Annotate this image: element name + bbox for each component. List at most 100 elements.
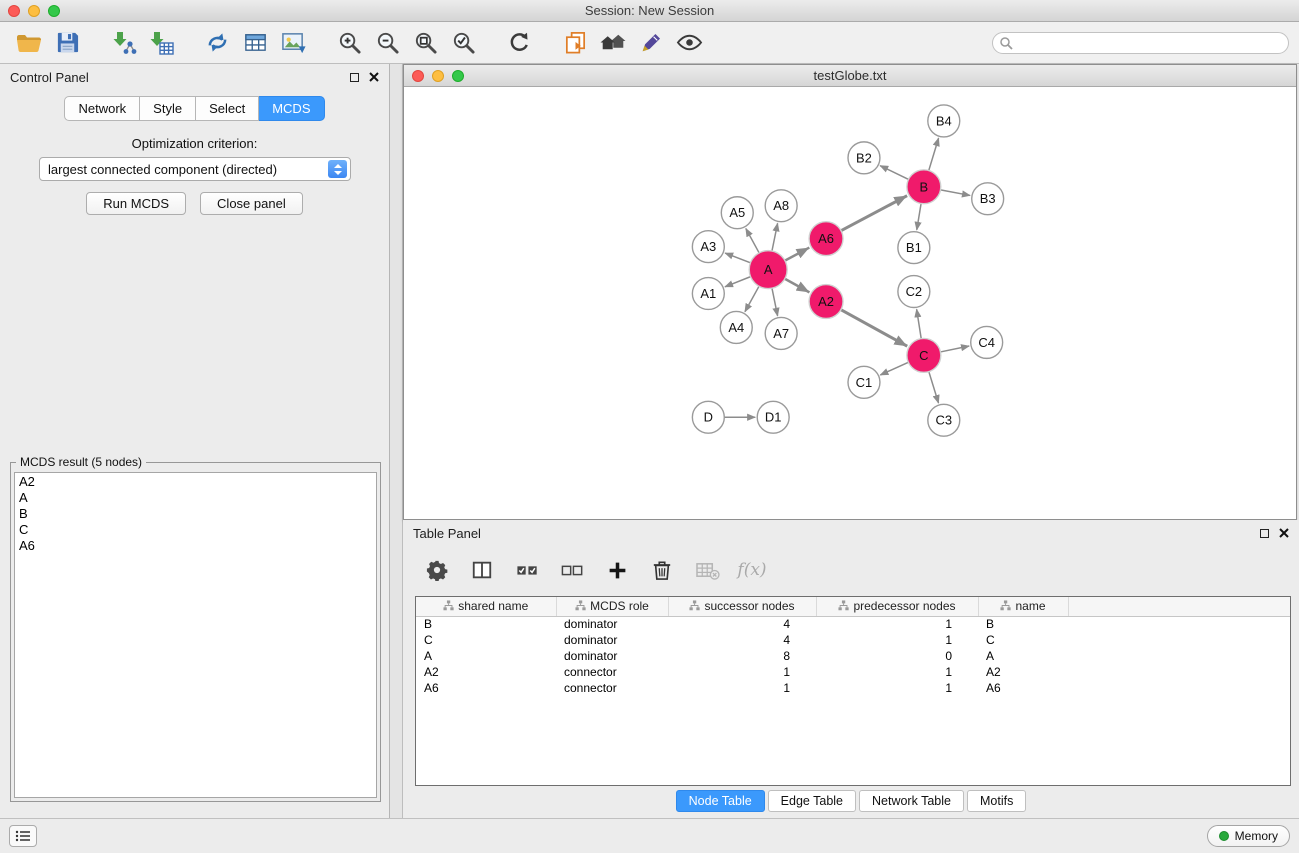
graph-edge-B-B2[interactable]	[880, 166, 908, 180]
table-row[interactable]: Bdominator41B	[416, 616, 1290, 632]
column-header-predecessor-nodes[interactable]: predecessor nodes	[816, 597, 978, 616]
table-row[interactable]: A2connector11A2	[416, 664, 1290, 680]
graph-node-A1[interactable]: A1	[692, 278, 724, 310]
show-hide-button[interactable]	[670, 26, 708, 60]
table-cell[interactable]: dominator	[556, 648, 668, 664]
zoom-selected-button[interactable]	[444, 26, 482, 60]
graph-edge-C-C2[interactable]	[917, 309, 922, 338]
column-header-shared-name[interactable]: shared name	[416, 597, 556, 616]
import-table-button[interactable]	[142, 26, 180, 60]
delete-button[interactable]	[648, 556, 676, 584]
table-cell[interactable]: 4	[668, 616, 816, 632]
graph-edge-B-B3[interactable]	[940, 190, 970, 196]
table-cell[interactable]: 0	[816, 648, 978, 664]
table-cell[interactable]: A6	[416, 680, 556, 696]
graph-node-C3[interactable]: C3	[928, 404, 960, 436]
graph-node-C[interactable]: C	[907, 338, 941, 372]
graph-node-D[interactable]: D	[692, 401, 724, 433]
search-input[interactable]	[992, 32, 1289, 54]
table-cell[interactable]: 8	[668, 648, 816, 664]
table-cell[interactable]: 4	[668, 632, 816, 648]
zoom-out-button[interactable]	[368, 26, 406, 60]
table-cell[interactable]: B	[978, 616, 1068, 632]
table-cell[interactable]: connector	[556, 664, 668, 680]
graph-edge-A2-C[interactable]	[841, 310, 907, 347]
zoom-in-button[interactable]	[330, 26, 368, 60]
table-cell[interactable]: A6	[978, 680, 1068, 696]
function-builder-button[interactable]: f(x)	[738, 556, 766, 584]
control-tab-style[interactable]: Style	[140, 96, 196, 121]
graph-edge-A-A4[interactable]	[745, 286, 759, 312]
graph-node-C2[interactable]: C2	[898, 276, 930, 308]
mcds-result-item[interactable]: C	[19, 522, 372, 538]
graph-node-A6[interactable]: A6	[809, 222, 843, 256]
graph-edge-A-A2[interactable]	[785, 279, 810, 293]
column-header-MCDS-role[interactable]: MCDS role	[556, 597, 668, 616]
graph-node-B[interactable]: B	[907, 170, 941, 204]
save-session-button[interactable]	[48, 26, 86, 60]
minimize-network-button[interactable]	[432, 70, 444, 82]
table-row[interactable]: A6connector11A6	[416, 680, 1290, 696]
table-cell[interactable]: 1	[816, 616, 978, 632]
graph-edge-A6-B[interactable]	[841, 196, 907, 231]
float-table-panel-icon[interactable]	[1260, 529, 1269, 538]
delete-column-button[interactable]	[693, 556, 721, 584]
zoom-fit-button[interactable]	[406, 26, 444, 60]
column-header-successor-nodes[interactable]: successor nodes	[668, 597, 816, 616]
zoom-network-button[interactable]	[452, 70, 464, 82]
graph-node-B4[interactable]: B4	[928, 105, 960, 137]
graph-node-C1[interactable]: C1	[848, 366, 880, 398]
table-cell[interactable]: A	[416, 648, 556, 664]
table-cell[interactable]: 1	[668, 680, 816, 696]
graph-node-A5[interactable]: A5	[721, 197, 753, 229]
run-mcds-button[interactable]: Run MCDS	[86, 192, 186, 215]
documents-button[interactable]	[556, 26, 594, 60]
export-image-button[interactable]	[274, 26, 312, 60]
memory-button[interactable]: Memory	[1207, 825, 1290, 847]
graph-node-A8[interactable]: A8	[765, 190, 797, 222]
refresh-layout-button[interactable]	[500, 26, 538, 60]
table-cell[interactable]: 1	[816, 680, 978, 696]
mcds-result-item[interactable]: A	[19, 490, 372, 506]
graph-edge-A-A3[interactable]	[725, 253, 750, 263]
float-panel-icon[interactable]	[350, 73, 359, 82]
graph-edge-B-B4[interactable]	[929, 138, 939, 170]
control-tab-select[interactable]: Select	[196, 96, 259, 121]
tab-network-table[interactable]: Network Table	[859, 790, 964, 812]
graph-node-C4[interactable]: C4	[971, 326, 1003, 358]
tab-node-table[interactable]: Node Table	[676, 790, 765, 812]
table-cell[interactable]: 1	[816, 632, 978, 648]
tab-edge-table[interactable]: Edge Table	[768, 790, 856, 812]
zoom-window-button[interactable]	[48, 5, 60, 17]
deselect-all-button[interactable]	[558, 556, 586, 584]
graph-edge-C-C1[interactable]	[880, 362, 908, 375]
close-panel-button[interactable]: Close panel	[200, 192, 303, 215]
graph-edge-C-C4[interactable]	[940, 346, 969, 352]
graph-node-B1[interactable]: B1	[898, 232, 930, 264]
table-cell[interactable]: A2	[416, 664, 556, 680]
table-cell[interactable]: dominator	[556, 632, 668, 648]
control-tab-mcds[interactable]: MCDS	[259, 96, 324, 121]
network-graph[interactable]: B4B2BB3A5A8A6B1A3AA1C2A2A4A7C4C1CC3DD1	[404, 88, 1296, 519]
add-column-button[interactable]	[603, 556, 631, 584]
table-cell[interactable]: 1	[668, 664, 816, 680]
criterion-dropdown[interactable]: largest connected component (directed)	[39, 157, 351, 181]
tab-motifs[interactable]: Motifs	[967, 790, 1026, 812]
graph-node-A3[interactable]: A3	[692, 231, 724, 263]
graph-node-A2[interactable]: A2	[809, 285, 843, 319]
select-all-button[interactable]	[513, 556, 541, 584]
close-panel-icon[interactable]	[369, 72, 379, 82]
table-cell[interactable]: 1	[816, 664, 978, 680]
table-cell[interactable]: A2	[978, 664, 1068, 680]
table-cell[interactable]: C	[416, 632, 556, 648]
new-network-button[interactable]	[198, 26, 236, 60]
network-canvas[interactable]: B4B2BB3A5A8A6B1A3AA1C2A2A4A7C4C1CC3DD1	[404, 88, 1296, 519]
open-session-button[interactable]	[10, 26, 48, 60]
home-button[interactable]	[594, 26, 632, 60]
import-network-button[interactable]	[104, 26, 142, 60]
task-history-button[interactable]	[9, 825, 37, 847]
graph-edge-C-C3[interactable]	[929, 372, 939, 403]
table-row[interactable]: Adominator80A	[416, 648, 1290, 664]
column-header-name[interactable]: name	[978, 597, 1068, 616]
table-cell[interactable]: B	[416, 616, 556, 632]
